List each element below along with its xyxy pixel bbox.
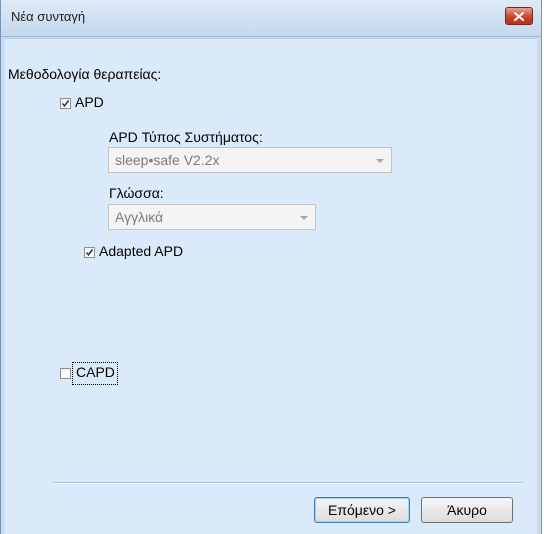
chevron-down-icon	[376, 159, 384, 163]
dialog-window: Νέα συνταγή Μεθοδολογία θεραπείας: APD A…	[0, 0, 542, 534]
window-title: Νέα συνταγή	[11, 9, 86, 24]
apd-system-type-select[interactable]: sleep•safe V2.2x	[108, 147, 392, 173]
chevron-down-icon	[300, 216, 308, 220]
cancel-button[interactable]: Άκυρο	[421, 497, 513, 523]
apd-checkbox[interactable]	[60, 98, 71, 109]
adapted-apd-checkbox[interactable]	[84, 247, 95, 258]
apd-system-type-label: APD Τύπος Συστήματος:	[109, 129, 263, 145]
apd-system-type-value: sleep•safe V2.2x	[115, 152, 220, 168]
footer-separator	[53, 482, 523, 484]
methodology-label: Μεθοδολογία θεραπείας:	[8, 66, 162, 82]
capd-label[interactable]: CAPD	[76, 364, 115, 380]
adapted-apd-label[interactable]: Adapted APD	[99, 243, 183, 259]
language-select[interactable]: Αγγλικά	[108, 204, 316, 230]
capd-checkbox[interactable]	[60, 368, 71, 379]
title-bar[interactable]: Νέα συνταγή	[1, 0, 541, 37]
dialog-content: Μεθοδολογία θεραπείας: APD APD Τύπος Συσ…	[5, 38, 537, 534]
checkmark-icon	[61, 100, 70, 108]
apd-label[interactable]: APD	[75, 94, 104, 110]
language-label: Γλώσσα:	[109, 185, 164, 201]
checkmark-icon	[85, 249, 94, 257]
close-button[interactable]	[505, 7, 533, 25]
language-value: Αγγλικά	[115, 209, 164, 225]
close-icon	[514, 11, 524, 21]
next-button[interactable]: Επόμενο >	[314, 497, 410, 523]
